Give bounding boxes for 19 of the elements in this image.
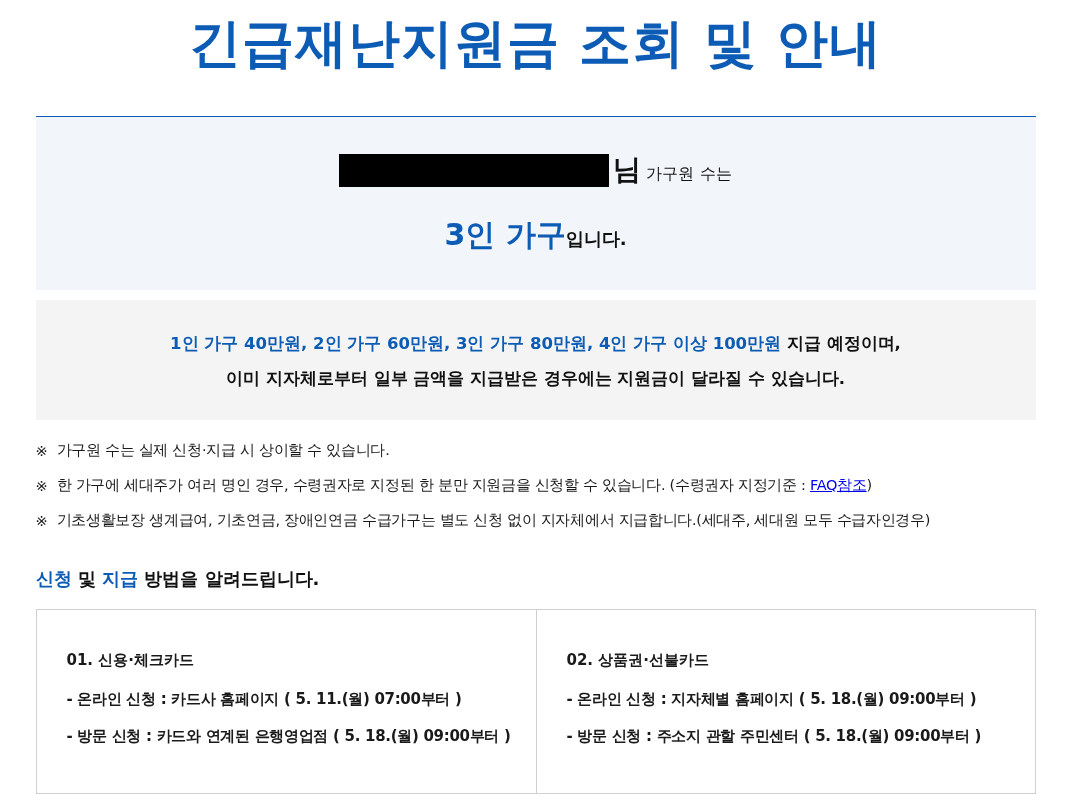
note-text: 한 가구에 세대주가 여러 명인 경우, 수령권자로 지정된 한 분만 지원금을 신청할 수 있습니다. (수령권자 지정기준 : FAQ참조) [56,476,872,495]
household-label: 님 가구원 수는 [613,152,732,188]
note-text: 가구원 수는 실제 신청·지급 시 상이할 수 있습니다. [56,441,390,460]
method-line: - 방문 신청 : 카드와 연계된 은행영업점 ( 5. 18.(월) 09:00부터 ) [66,726,512,747]
note-text: 기초생활보장 생계급여, 기초연금, 장애인연금 수급가구는 별도 신청 없이 지자체에서 지급합니다.(세대주, 세대원 모두 수급자인경우) [56,511,931,530]
note-mark: ※ [35,477,48,494]
method-line: - 방문 신청 : 주소지 관할 주민센터 ( 5. 18.(월) 09:00부터 ) [566,726,983,747]
note-mark: ※ [35,442,48,459]
page-title: 긴급재난지원금 조회 및 안내 [187,12,884,75]
method-title: 02. 상품권·선불카드 [566,650,710,671]
amount-text: 1인 가구 40만원, 2인 가구 60만원, 3인 가구 80만원, 4인 가구 이상 100만원 지급 예정이며, [169,333,902,355]
amount-text: 이미 지자체로부터 일부 금액을 지급받은 경우에는 지원금이 달라질 수 있습니다. [225,368,846,390]
method-line: - 온라인 신청 : 카드사 홈페이지 ( 5. 11.(월) 07:00부터 ) [66,689,463,710]
household-size-text: 3인 가구입니다. [444,216,627,254]
note-mark: ※ [35,512,48,529]
faq-link[interactable]: FAQ참조 [810,477,867,493]
method-title: 01. 신용·체크카드 [66,650,195,671]
methods-heading: 신청 및 지급 방법을 알려드립니다. [35,567,321,591]
method-line: - 온라인 신청 : 지자체별 홈페이지 ( 5. 18.(월) 09:00부터 ) [566,689,978,710]
